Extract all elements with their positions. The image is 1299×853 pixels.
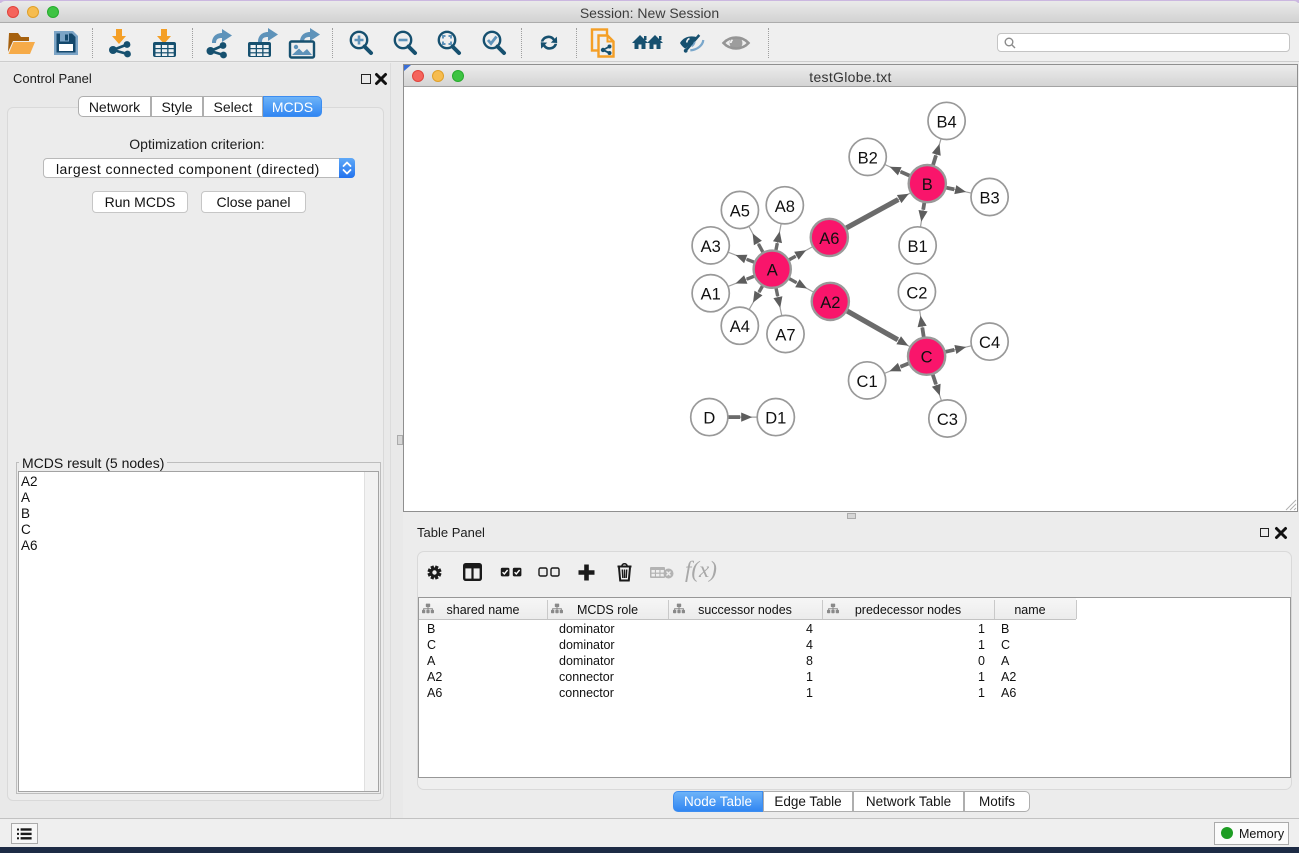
svg-text:A1: A1 <box>701 286 721 304</box>
svg-text:A: A <box>767 262 778 280</box>
svg-text:B1: B1 <box>908 238 928 256</box>
svg-text:B2: B2 <box>858 149 878 167</box>
svg-text:A4: A4 <box>730 318 750 336</box>
svg-text:C: C <box>921 349 933 367</box>
svg-text:C3: C3 <box>937 411 958 429</box>
svg-text:A5: A5 <box>730 203 750 221</box>
svg-text:A2: A2 <box>820 294 840 312</box>
svg-text:B3: B3 <box>980 190 1000 208</box>
svg-text:D: D <box>703 410 715 428</box>
svg-text:A3: A3 <box>701 238 721 256</box>
svg-text:B4: B4 <box>937 113 957 131</box>
svg-text:A7: A7 <box>775 327 795 345</box>
svg-text:C1: C1 <box>857 373 878 391</box>
svg-text:A6: A6 <box>819 230 839 248</box>
svg-text:C4: C4 <box>979 334 1000 352</box>
svg-text:B: B <box>922 176 933 194</box>
svg-text:A8: A8 <box>775 198 795 216</box>
svg-text:C2: C2 <box>906 284 927 302</box>
svg-text:D1: D1 <box>765 410 786 428</box>
